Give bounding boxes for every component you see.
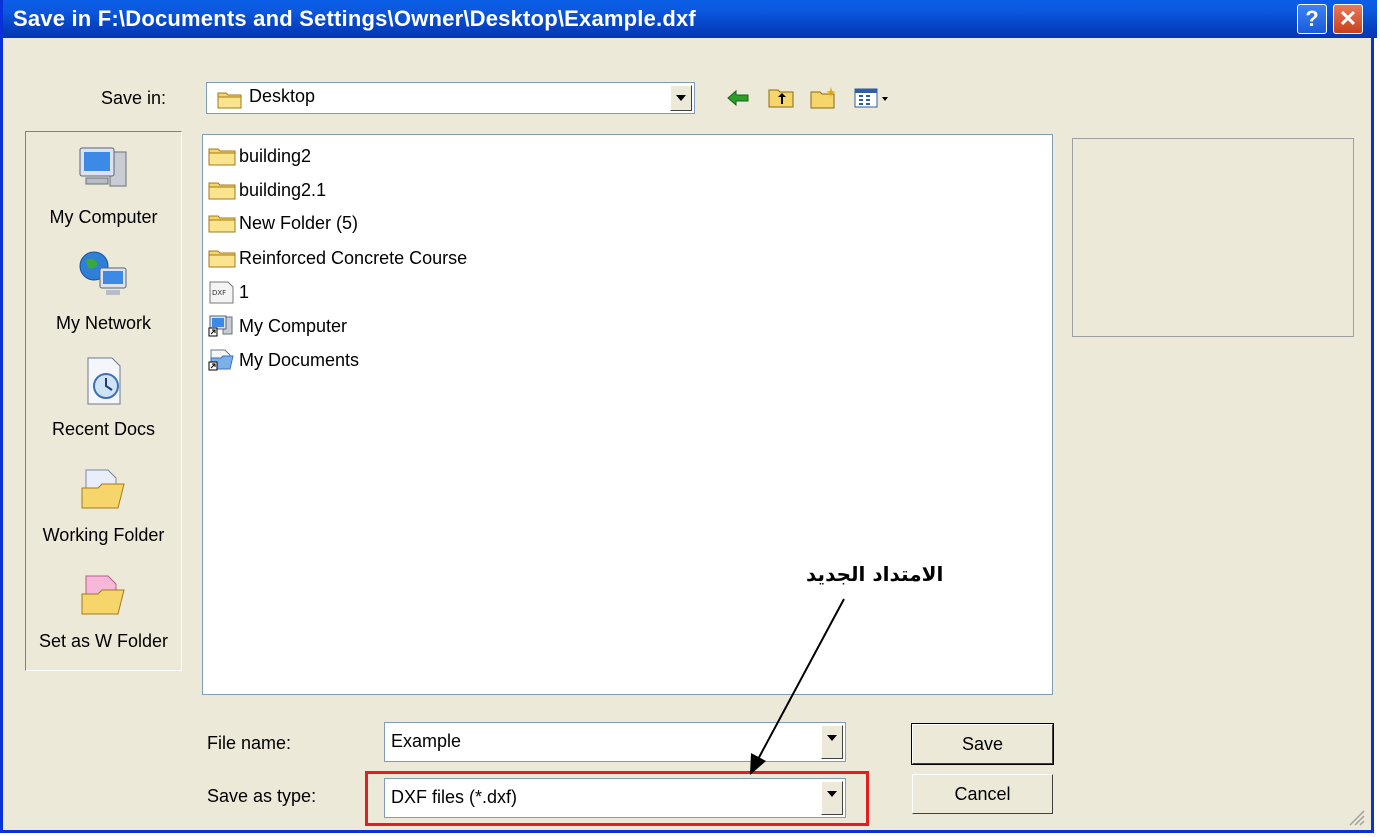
list-item[interactable]: Reinforced Concrete Course [207, 243, 467, 273]
file-name: building2.1 [239, 179, 327, 200]
working-folder-icon [81, 469, 125, 509]
recent-docs-icon [87, 357, 120, 405]
file-list[interactable]: building2 building2.1 New Folder (5) Rei… [202, 134, 1053, 695]
resize-grip-icon[interactable] [1347, 808, 1365, 826]
window-title: Save in F:\Documents and Settings\Owner\… [13, 6, 696, 31]
folder-icon [208, 148, 236, 166]
title-bar[interactable]: Save in F:\Documents and Settings\Owner\… [3, 0, 1377, 38]
places-bar: My Computer My Network Recent Docs Worki… [25, 131, 182, 671]
list-item[interactable]: New Folder (5) [207, 208, 358, 238]
folder-icon [208, 250, 236, 268]
file-name-label: File name: [207, 733, 292, 753]
my-documents-shortcut-icon [208, 349, 234, 371]
save-button[interactable]: Save [911, 723, 1054, 765]
annotation-text: الامتداد الجديد [806, 562, 944, 586]
save-dialog: Save in F:\Documents and Settings\Owner\… [0, 0, 1377, 833]
place-set-working-folder[interactable]: Set as W Folder [26, 566, 181, 652]
place-my-computer[interactable]: My Computer [26, 142, 181, 228]
my-computer-shortcut-icon [208, 315, 233, 337]
view-menu-icon[interactable] [853, 86, 893, 110]
file-name: 1 [239, 281, 250, 302]
save-in-label: Save in: [101, 88, 167, 108]
file-name-value: Example [391, 731, 462, 751]
file-name: New Folder (5) [239, 212, 359, 233]
place-label: My Computer [49, 207, 158, 227]
place-label: My Network [55, 313, 151, 333]
save-in-combo[interactable]: Desktop [206, 82, 695, 114]
file-name: building2 [239, 145, 312, 166]
folder-icon [208, 215, 236, 233]
list-item[interactable]: My Documents [207, 345, 359, 375]
file-name: My Documents [239, 349, 360, 370]
back-arrow-icon[interactable] [725, 86, 751, 110]
new-folder-icon[interactable] [809, 86, 839, 110]
place-working-folder[interactable]: Working Folder [26, 460, 181, 546]
my-network-icon [79, 251, 126, 295]
list-item[interactable]: DXF 1 [207, 277, 249, 307]
list-item[interactable]: building2 [207, 141, 311, 171]
file-name: My Computer [239, 315, 348, 336]
place-my-network[interactable]: My Network [26, 248, 181, 334]
save-in-value: Desktop [249, 86, 316, 106]
help-button[interactable]: ? [1297, 4, 1327, 34]
place-label: Recent Docs [51, 419, 156, 439]
up-folder-icon[interactable] [767, 86, 795, 110]
set-working-folder-icon [81, 575, 125, 615]
file-name: Reinforced Concrete Course [239, 247, 468, 268]
save-type-label: Save as type: [207, 786, 317, 806]
place-label: Set as W Folder [38, 631, 169, 651]
dxf-icon-text: DXF [212, 289, 226, 297]
place-recent-docs[interactable]: Recent Docs [26, 354, 181, 440]
place-label: Working Folder [42, 525, 165, 545]
list-item[interactable]: building2.1 [207, 175, 326, 205]
my-computer-icon [79, 147, 126, 187]
folder-icon [208, 182, 236, 200]
preview-pane [1072, 138, 1354, 337]
cancel-button[interactable]: Cancel [912, 774, 1053, 814]
dxf-file-icon: DXF [209, 281, 234, 304]
close-button[interactable]: ✕ [1333, 4, 1363, 34]
list-item[interactable]: My Computer [207, 311, 347, 341]
save-in-dropdown-button[interactable] [670, 85, 692, 111]
folder-icon [217, 92, 242, 109]
annotation-arrow [750, 598, 845, 775]
